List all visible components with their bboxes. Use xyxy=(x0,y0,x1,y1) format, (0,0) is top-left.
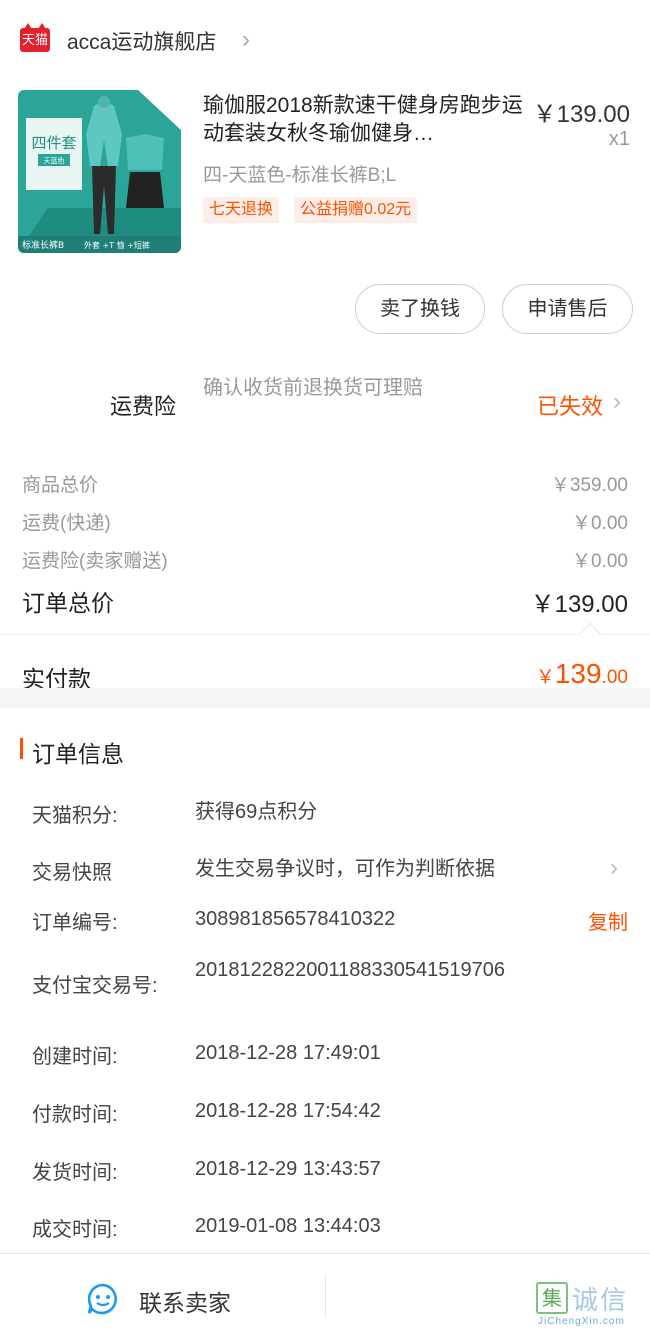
order-total-label: 订单总价 xyxy=(22,590,114,616)
watermark-logo: 集 诚信 JiChengXin.com xyxy=(532,1278,650,1330)
paid-integer: 139 xyxy=(554,658,602,689)
paid-time-label: 付款时间: xyxy=(32,1104,118,1126)
alipay-number-value: 2018122822001188330541519706 xyxy=(195,959,505,981)
shipping-fee-value: ￥0.00 xyxy=(572,513,628,534)
accent-bar xyxy=(20,738,23,759)
items-total-row: 商品总价 ￥359.00 xyxy=(22,470,628,500)
image-badge-text: 四件套 xyxy=(31,134,76,152)
chat-bubble-icon[interactable] xyxy=(86,1282,120,1316)
snapshot-label: 交易快照 xyxy=(32,862,112,884)
copy-button[interactable]: 复制 xyxy=(588,906,628,935)
sell-for-cash-button[interactable]: 卖了换钱 xyxy=(355,284,485,334)
after-sale-button[interactable]: 申请售后 xyxy=(502,284,633,334)
charity-tag: 公益捐赠0.02元 xyxy=(294,197,418,223)
points-value: 获得69点积分 xyxy=(195,801,318,823)
shop-name[interactable]: acca运动旗舰店 xyxy=(67,26,216,56)
paid-time-value: 2018-12-28 17:54:42 xyxy=(195,1100,381,1122)
image-color-tag: 天蓝色 xyxy=(44,156,65,165)
divider xyxy=(0,634,650,635)
completed-time-label: 成交时间: xyxy=(32,1219,118,1241)
shop-header[interactable]: 天猫 acca运动旗舰店 › xyxy=(0,0,650,82)
order-number-label: 订单编号: xyxy=(32,912,118,934)
order-info-title: 订单信息 xyxy=(32,741,124,767)
image-bottom-right: 外套 +T 恤 +短裤 xyxy=(84,240,150,250)
chevron-right-icon: › xyxy=(242,26,250,53)
paid-amount-value: ￥139.00 xyxy=(536,658,628,690)
insurance-status: 已失效 xyxy=(537,394,604,419)
product-image[interactable]: 四件套 天蓝色 标准长裤B 外套 +T 恤 +短裤 xyxy=(18,90,181,253)
insurance-description: 确认收货前退换货可理赔 xyxy=(203,377,423,399)
shipping-insurance-row[interactable]: 运费险 确认收货前退换货可理赔 已失效 › xyxy=(0,370,650,440)
shipping-fee-label: 运费(快递) xyxy=(22,513,111,534)
items-total-label: 商品总价 xyxy=(22,475,99,496)
watermark-url: JiChengXin.com xyxy=(538,1316,625,1327)
insurance-fee-label: 运费险(卖家赠送) xyxy=(22,551,168,572)
shipped-time-value: 2018-12-29 13:43:57 xyxy=(195,1158,381,1180)
product-quantity: x1 xyxy=(608,128,630,150)
product-spec: 四-天蓝色-标准长裤B;L xyxy=(203,165,397,186)
product-item[interactable]: 四件套 天蓝色 标准长裤B 外套 +T 恤 +短裤 瑜伽服2018新款速干健身房… xyxy=(0,90,650,260)
contact-seller-button[interactable]: 联系卖家 xyxy=(139,1284,231,1318)
completed-time-value: 2019-01-08 13:44:03 xyxy=(195,1215,381,1237)
created-time-value: 2018-12-28 17:49:01 xyxy=(195,1042,381,1064)
alipay-number-label: 支付宝交易号: xyxy=(32,975,158,997)
created-time-label: 创建时间: xyxy=(32,1046,118,1068)
image-bottom-left: 标准长裤B xyxy=(22,239,64,251)
points-label: 天猫积分: xyxy=(32,805,118,827)
paid-amount-row: 实付款 ￥139.00 xyxy=(0,636,650,692)
paid-currency: ￥ xyxy=(535,667,555,688)
section-divider xyxy=(0,688,650,708)
order-number-value: 308981856578410322 xyxy=(195,908,396,930)
shipping-fee-row: 运费(快递) ￥0.00 xyxy=(22,508,628,538)
paid-decimal: .00 xyxy=(601,667,628,688)
snapshot-value: 发生交易争议时，可作为判断依据 xyxy=(195,858,495,880)
divider xyxy=(325,1274,326,1318)
order-total-row: 订单总价 ￥139.00 xyxy=(22,584,628,620)
insurance-label: 运费险 xyxy=(110,394,177,419)
watermark-text: 诚信 xyxy=(572,1286,629,1316)
chevron-right-icon: › xyxy=(610,854,618,881)
shipped-time-label: 发货时间: xyxy=(32,1162,118,1184)
tmall-logo-icon: 天猫 xyxy=(20,23,50,52)
product-price: ￥139.00 xyxy=(532,101,630,128)
product-title[interactable]: 瑜伽服2018新款速干健身房跑步运动套装女秋冬瑜伽健身… xyxy=(203,92,523,148)
items-total-value: ￥359.00 xyxy=(550,475,628,496)
order-total-value: ￥139.00 xyxy=(530,591,628,618)
insurance-fee-row: 运费险(卖家赠送) ￥0.00 xyxy=(22,546,628,576)
watermark-icon: 集 xyxy=(536,1282,568,1314)
chevron-right-icon: › xyxy=(613,388,621,415)
return-tag: 七天退换 xyxy=(203,197,280,223)
insurance-fee-value: ￥0.00 xyxy=(572,551,628,572)
